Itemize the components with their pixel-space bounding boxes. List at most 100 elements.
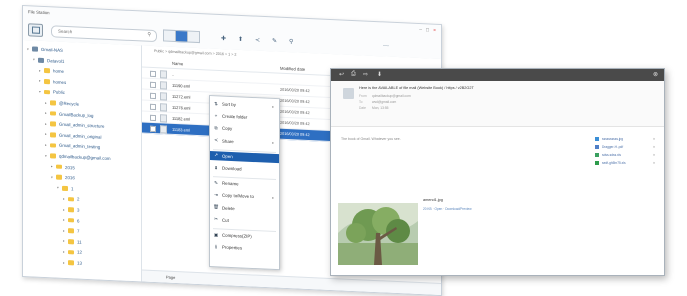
more-button[interactable]: ⋯ (383, 40, 389, 50)
row-checkbox[interactable] (150, 70, 156, 78)
tree-item[interactable]: ▸ home (39, 67, 64, 75)
remove-attachment-icon[interactable]: × (653, 137, 655, 141)
tree-item[interactable]: ▸ 6 (63, 216, 79, 224)
search-icon[interactable]: ⚲ (147, 32, 151, 38)
avatar (343, 88, 354, 99)
menu-item-rename[interactable]: ✎ Rename (210, 178, 279, 190)
row-checkbox[interactable] (150, 114, 156, 122)
menu-item-label: Create folder (222, 113, 248, 120)
tree-item[interactable]: ▾ 1 (57, 184, 73, 192)
tree-item[interactable]: ▸ GmailBackup_log (45, 110, 93, 119)
attachment-photo[interactable] (338, 203, 418, 265)
tree-item-label: Gmail_admin_original (59, 132, 102, 140)
remove-attachment-icon[interactable]: × (653, 145, 655, 149)
download-link[interactable]: Download/Preview (445, 207, 471, 211)
minimize-button[interactable]: – (419, 27, 422, 33)
attachment-item[interactable]: sdss-sdss.xls × (595, 151, 655, 159)
remove-attachment-icon[interactable]: × (653, 153, 655, 157)
mail-subject: Here is the AVAILABLE of file mail (Webs… (359, 86, 474, 90)
meta-date: Date Mon, 13:55 (359, 106, 389, 110)
tree-item[interactable]: ▾ Datavol1 (33, 56, 64, 64)
thumbnail-view-button[interactable] (187, 30, 200, 44)
tree-item[interactable]: ▾ Public (39, 88, 65, 96)
download-icon[interactable]: ⬇ (377, 71, 382, 78)
menu-item-cut[interactable]: ✂ Cut (210, 215, 279, 227)
folder-icon (62, 185, 68, 191)
tools-button[interactable]: ✎ (272, 35, 277, 45)
tree-item[interactable]: ▸ 12 (63, 248, 82, 256)
submenu-arrow-icon: ▸ (272, 140, 274, 146)
file-date: 2016/03/20 09:42 (280, 98, 310, 105)
close-button[interactable]: × (433, 28, 436, 34)
attachment-name[interactable]: Dragger-H..pdf (602, 145, 623, 149)
forward-icon[interactable]: ⇨ (363, 71, 368, 78)
file-name: 11183.eml (172, 126, 191, 133)
file-date: 2016/03/20 09:42 (280, 131, 310, 138)
row-checkbox[interactable] (150, 81, 156, 89)
tree-item[interactable]: ▸ Gmail_admin_testing (45, 141, 100, 151)
tree-item[interactable]: ▸ 2015 (51, 163, 75, 171)
photo-filename: amend1.jpg (423, 198, 443, 202)
attachment-name[interactable]: sdss-sdss.xls (602, 153, 621, 157)
row-checkbox[interactable] (150, 92, 156, 100)
page-label: Page (166, 274, 176, 280)
tree-item-label: Gmail-NAS (41, 46, 63, 53)
menu-item-share[interactable]: ≺ Share ▸ (210, 136, 279, 148)
column-header-name[interactable]: Name (172, 61, 183, 67)
attachment-name[interactable]: sedf-gh5hr75.xls (602, 161, 626, 165)
share-button[interactable]: ≺ (255, 35, 260, 45)
meta-from: From qdmailbackup@gmail.com (359, 94, 411, 98)
maximize-button[interactable]: □ (426, 27, 429, 33)
menu-item-delete[interactable]: 🗑 Delete (210, 203, 279, 215)
attachment-item[interactable]: ssssssssss.jpg × (595, 135, 655, 143)
reply-icon[interactable]: ↩ (339, 71, 344, 78)
tree-item[interactable]: ▾ qdmailbackup@gmail.com (45, 152, 111, 162)
menu-item-download[interactable]: ⬇ Download (210, 163, 279, 175)
menu-item-icon: ℹ (215, 243, 217, 250)
tree-item[interactable]: ▸ @Recycle (45, 99, 79, 108)
attachment-file-icon (595, 153, 599, 157)
menu-item-copy-to-move-to[interactable]: ⇥ Copy to/Move to ▸ (210, 190, 279, 202)
upload-button[interactable]: ⬆ (238, 34, 243, 44)
search-box[interactable]: ⚲ (51, 25, 157, 43)
tree-item-label: 1 (71, 186, 74, 192)
remove-attachment-icon[interactable]: × (653, 161, 655, 165)
search-input[interactable] (52, 26, 140, 39)
tree-item[interactable]: ▸ Gmail_admin_structure (45, 120, 104, 130)
meta-value: Mon, 13:55 (372, 106, 389, 110)
tree-item[interactable]: ▸ Gmail_admin_original (45, 131, 101, 141)
tree-item-label: homes (53, 79, 67, 85)
menu-item-create-folder[interactable]: + Create folder (210, 111, 279, 123)
filter-button[interactable]: ⚲ (289, 36, 293, 46)
print-icon[interactable]: ⎙ (351, 71, 356, 78)
menu-item-label: Share (222, 138, 234, 144)
tree-item[interactable]: ▸ homes (39, 78, 66, 86)
tree-item[interactable]: ▸ 13 (63, 259, 82, 267)
window-controls: – □ × (419, 27, 436, 34)
menu-item-icon: ⇥ (214, 192, 218, 198)
folder-icon (50, 100, 56, 106)
breadcrumb[interactable]: Public > qdmailbackup@gmail.com > 2016 >… (154, 49, 236, 57)
tree-item[interactable]: ▸ 11 (63, 238, 82, 246)
row-checkbox[interactable] (150, 125, 156, 133)
row-checkbox[interactable] (150, 103, 156, 111)
attachment-name[interactable]: ssssssssss.jpg (602, 137, 623, 141)
menu-item-properties[interactable]: ℹ Properties (210, 242, 279, 254)
new-folder-button[interactable]: ✚ (221, 33, 226, 43)
tree-item[interactable]: ▸ 3 (63, 206, 79, 214)
mail-body-text: The book of Gmail. Whatever you see. (341, 137, 401, 141)
volume-icon (38, 57, 44, 63)
tree-item[interactable]: ▾ 2016 (51, 174, 75, 182)
open-link[interactable]: Open (435, 207, 443, 211)
tree-item[interactable]: ▸ 2 (63, 195, 79, 203)
tree-item[interactable]: ▾ Gmail-NAS (27, 45, 63, 54)
menu-item-copy[interactable]: ⧉ Copy (210, 123, 279, 135)
attachment-item[interactable]: sedf-gh5hr75.xls × (595, 159, 655, 167)
menu-item-open[interactable]: ↗ Open (210, 150, 279, 163)
column-header-modified[interactable]: Modified date (280, 66, 305, 72)
close-icon[interactable]: ⊗ (653, 71, 658, 78)
menu-item-compress-zip[interactable]: ▣ Compress(ZIP) (210, 230, 279, 242)
tree-item[interactable]: ▸ 7 (63, 227, 79, 235)
menu-item-sort-by[interactable]: ⇅ Sort by ▸ (210, 99, 279, 111)
attachment-item[interactable]: Dragger-H..pdf × (595, 143, 655, 151)
